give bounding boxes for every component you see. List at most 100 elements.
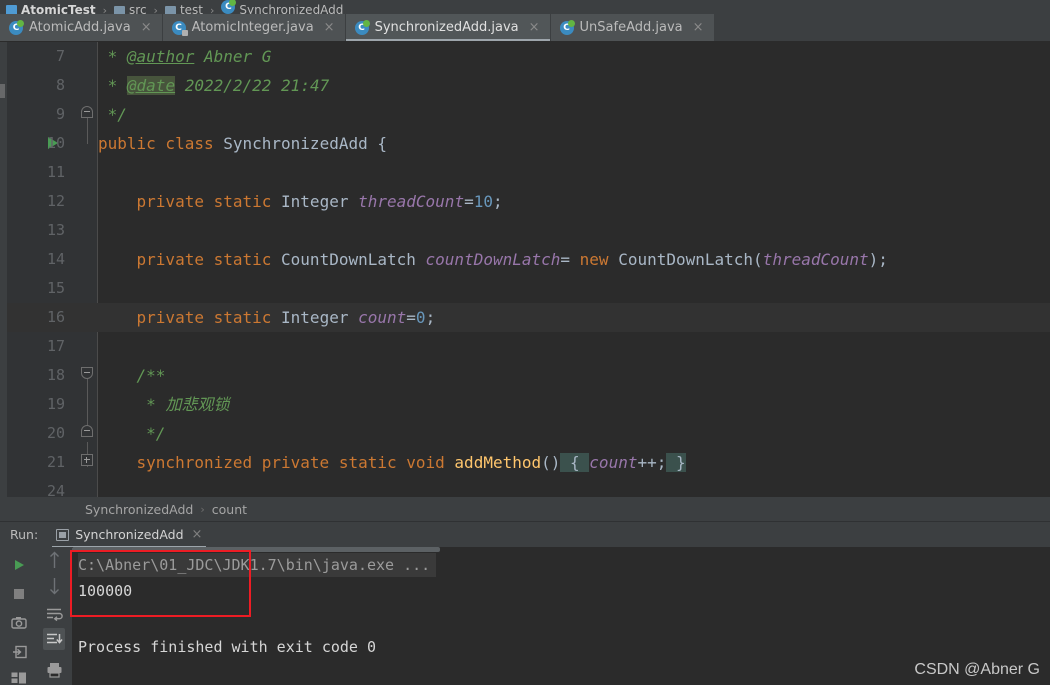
run-tab-synchronizedadd[interactable]: SynchronizedAdd ×: [50, 522, 208, 548]
code-line: 11: [7, 158, 1050, 187]
soft-wrap-icon[interactable]: [43, 603, 65, 625]
method-name-token: addMethod: [454, 453, 542, 472]
type-token: CountDownLatch: [618, 250, 754, 269]
code-line: 24: [7, 477, 1050, 497]
line-number: 14: [46, 250, 65, 268]
javadoc-date-tag: @date: [126, 76, 176, 95]
line-number: 10: [46, 134, 65, 152]
close-icon[interactable]: ×: [693, 21, 704, 34]
console-horizontal-scrollbar[interactable]: [72, 547, 440, 552]
nav-project-label: AtomicTest: [21, 3, 96, 14]
line-number: 19: [46, 395, 65, 413]
javadoc-author-tag: @author: [126, 47, 195, 66]
editor-tab-synchronizedadd[interactable]: SynchronizedAdd.java ×: [345, 14, 551, 41]
camera-icon[interactable]: [8, 612, 30, 634]
code-line: 9 */: [7, 100, 1050, 129]
arrow-down-icon[interactable]: [43, 575, 65, 597]
scroll-end-icon[interactable]: [43, 628, 65, 650]
code-line: 18 /**: [7, 361, 1050, 390]
javadoc-close: */: [107, 105, 127, 124]
java-class-icon: [354, 19, 370, 35]
javadoc-date-value: 2022/2/22 21:47: [184, 76, 330, 95]
console-command-line: C:\Abner\01_JDC\JDK1.7\bin\java.exe ...: [78, 553, 437, 577]
line-content: */: [98, 419, 1050, 448]
nav-separator: ›: [210, 4, 215, 14]
code-line: 14 private static CountDownLatch countDo…: [7, 245, 1050, 274]
close-icon[interactable]: ×: [141, 21, 152, 34]
run-tool-window-body: C:\Abner\01_JDC\JDK1.7\bin\java.exe ... …: [0, 547, 1050, 685]
nav-separator: ›: [153, 4, 158, 14]
breadcrumb-member[interactable]: count: [212, 502, 247, 517]
close-icon[interactable]: ×: [529, 21, 540, 34]
javadoc-open: /**: [136, 366, 166, 385]
idea-window: AtomicTest › src › test › SynchronizedAd…: [0, 0, 1050, 685]
breadcrumb-separator: ›: [200, 502, 205, 516]
line-number: 7: [55, 47, 65, 65]
breadcrumb-class[interactable]: SynchronizedAdd: [85, 502, 193, 517]
line-number: 21: [46, 453, 65, 471]
code-line: 20 */: [7, 419, 1050, 448]
line-number: 12: [46, 192, 65, 210]
print-icon[interactable]: [43, 659, 65, 681]
nav-test-label: test: [179, 3, 203, 14]
code-editor[interactable]: 7 * @author Abner G 8 * @date 2022/2/22 …: [7, 42, 1050, 497]
nav-item-src[interactable]: src: [114, 0, 147, 14]
line-number: 9: [55, 105, 65, 123]
close-icon[interactable]: ×: [324, 21, 335, 34]
editor-tab-atomicinteger[interactable]: AtomicInteger.java ×: [162, 14, 346, 41]
line-content: */: [98, 100, 1050, 129]
close-icon[interactable]: ×: [192, 527, 203, 542]
rerun-button[interactable]: [8, 554, 30, 576]
nav-item-project[interactable]: AtomicTest: [6, 0, 96, 14]
code-line: 12 private static Integer threadCount=10…: [7, 187, 1050, 216]
run-label: Run:: [10, 527, 39, 542]
layout-icon[interactable]: [8, 667, 30, 685]
tool-window-handle[interactable]: [0, 84, 5, 98]
type-token: CountDownLatch: [281, 250, 416, 269]
code-line: 17: [7, 332, 1050, 361]
code-line: 15: [7, 274, 1050, 303]
line-number: 24: [46, 482, 65, 497]
number-token: 0: [415, 308, 426, 327]
code-line: 21 synchronized private static void addM…: [7, 448, 1050, 477]
line-content: private static CountDownLatch countDownL…: [98, 250, 888, 269]
javadoc-author-name: Abner G: [203, 47, 272, 66]
field-token: countDownLatch: [425, 250, 561, 269]
run-toolbar-secondary: [38, 547, 72, 685]
arrow-up-icon[interactable]: [43, 549, 65, 571]
editor-tab-unsafeadd[interactable]: UnSafeAdd.java ×: [550, 14, 715, 41]
code-line: 13: [7, 216, 1050, 245]
code-line: 16 private static Integer count=0;: [7, 303, 1050, 332]
console-output[interactable]: C:\Abner\01_JDC\JDK1.7\bin\java.exe ... …: [72, 547, 1050, 685]
line-number: 18: [46, 366, 65, 384]
navigation-bar: AtomicTest › src › test › SynchronizedAd…: [0, 0, 1050, 14]
export-icon[interactable]: [8, 641, 30, 663]
class-name-token: SynchronizedAdd: [223, 134, 368, 153]
nav-item-file[interactable]: SynchronizedAdd: [221, 0, 343, 14]
java-class-icon: [9, 19, 24, 35]
java-class-locked-icon: [171, 20, 188, 36]
run-toolbar-primary: [0, 547, 38, 685]
java-class-icon: [559, 19, 575, 35]
javadoc-chinese-text: 加悲观锁: [165, 395, 230, 414]
line-number: 11: [46, 163, 65, 181]
code-line: 19 * 加悲观锁: [7, 390, 1050, 419]
folder-icon: [164, 5, 176, 14]
line-content: /**: [98, 361, 1050, 390]
line-content: * 加悲观锁: [98, 395, 230, 414]
run-tab-label: SynchronizedAdd: [75, 527, 184, 542]
line-content: * @author Abner G: [98, 47, 272, 66]
editor-tab-atomicadd[interactable]: AtomicAdd.java ×: [0, 14, 163, 41]
tab-label: UnSafeAdd.java: [579, 20, 683, 35]
left-tool-stripe: [0, 42, 7, 509]
field-token: count: [358, 308, 407, 327]
field-token: count: [589, 453, 638, 472]
code-line: 7 * @author Abner G: [7, 42, 1050, 71]
field-token: threadCount: [762, 250, 869, 269]
java-class-icon: [221, 0, 237, 14]
console-icon: [56, 528, 70, 541]
code-line: 10 public class SynchronizedAdd {: [7, 129, 1050, 158]
nav-item-test[interactable]: test: [164, 0, 203, 14]
code-line: 8 * @date 2022/2/22 21:47: [7, 71, 1050, 100]
stop-button[interactable]: [8, 583, 30, 605]
